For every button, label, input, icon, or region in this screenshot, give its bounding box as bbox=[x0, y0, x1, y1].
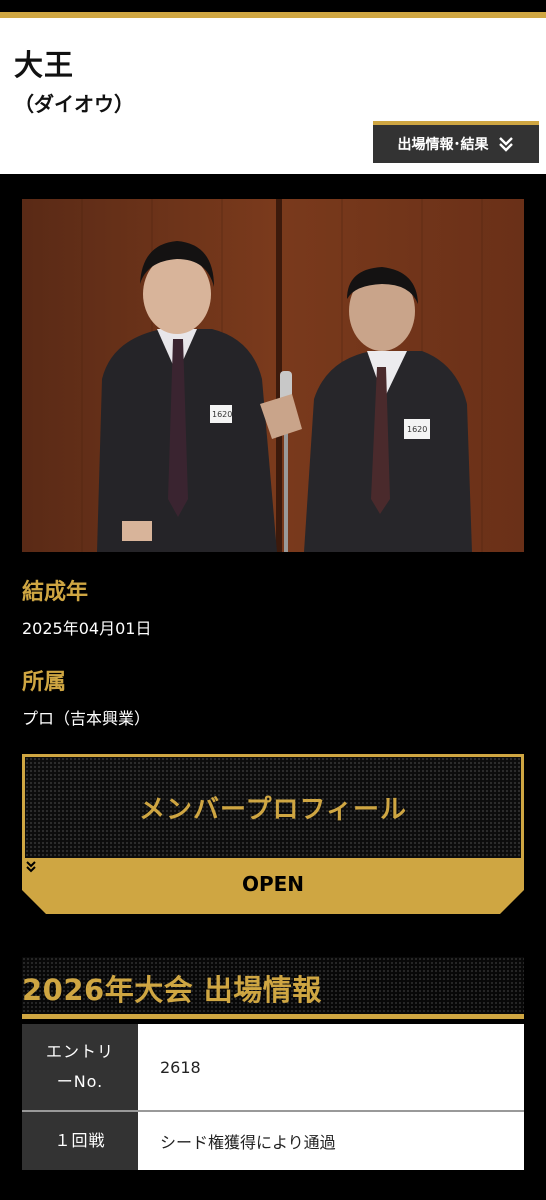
entry-section-title: 2026年大会 出場情報 bbox=[22, 973, 322, 1007]
table-row-label: エントリ ーNo. bbox=[22, 1024, 138, 1110]
affiliation-label: 所属 bbox=[22, 670, 67, 695]
photo-badge-left: 1620 bbox=[212, 410, 232, 419]
table-row: １回戦 シード権獲得により通過 bbox=[22, 1112, 524, 1170]
formed-year-label: 結成年 bbox=[22, 580, 89, 605]
formed-year-value: 2025年04月01日 bbox=[22, 619, 152, 638]
photo-badge-right: 1620 bbox=[407, 425, 427, 434]
member-profile-accordion: メンバープロフィール OPEN bbox=[22, 754, 524, 914]
profile-header: 大王 （ダイオウ） 出場情報･結果 bbox=[0, 18, 546, 174]
top-strip bbox=[0, 0, 546, 20]
open-button-label: OPEN bbox=[241, 872, 305, 896]
entry-info-table: エントリ ーNo. 2618 １回戦 シード権獲得により通過 bbox=[22, 1024, 524, 1170]
table-row: エントリ ーNo. 2618 bbox=[22, 1024, 524, 1112]
entry-section-header: 2026年大会 出場情報 bbox=[22, 957, 524, 1019]
round1-label: １回戦 bbox=[22, 1112, 138, 1170]
double-chevron-down-icon bbox=[26, 861, 36, 873]
combo-name-kana: （ダイオウ） bbox=[14, 92, 134, 116]
member-profile-header: メンバープロフィール bbox=[22, 754, 524, 858]
open-button[interactable]: OPEN bbox=[22, 858, 524, 914]
combo-photo: 1620 1620 bbox=[22, 199, 524, 552]
results-button[interactable]: 出場情報･結果 bbox=[373, 121, 539, 163]
affiliation-value: プロ（吉本興業） bbox=[22, 709, 151, 728]
entry-number-value: 2618 bbox=[138, 1024, 524, 1110]
entry-label-line1: エントリ bbox=[45, 1042, 114, 1061]
double-chevron-down-icon bbox=[498, 137, 513, 152]
member-profile-title: メンバープロフィール bbox=[139, 795, 407, 825]
results-button-label: 出場情報･結果 bbox=[397, 137, 489, 153]
combo-name: 大王 bbox=[14, 48, 75, 82]
round1-value: シード権獲得により通過 bbox=[138, 1112, 524, 1170]
entry-label-line2: ーNo. bbox=[56, 1072, 104, 1091]
